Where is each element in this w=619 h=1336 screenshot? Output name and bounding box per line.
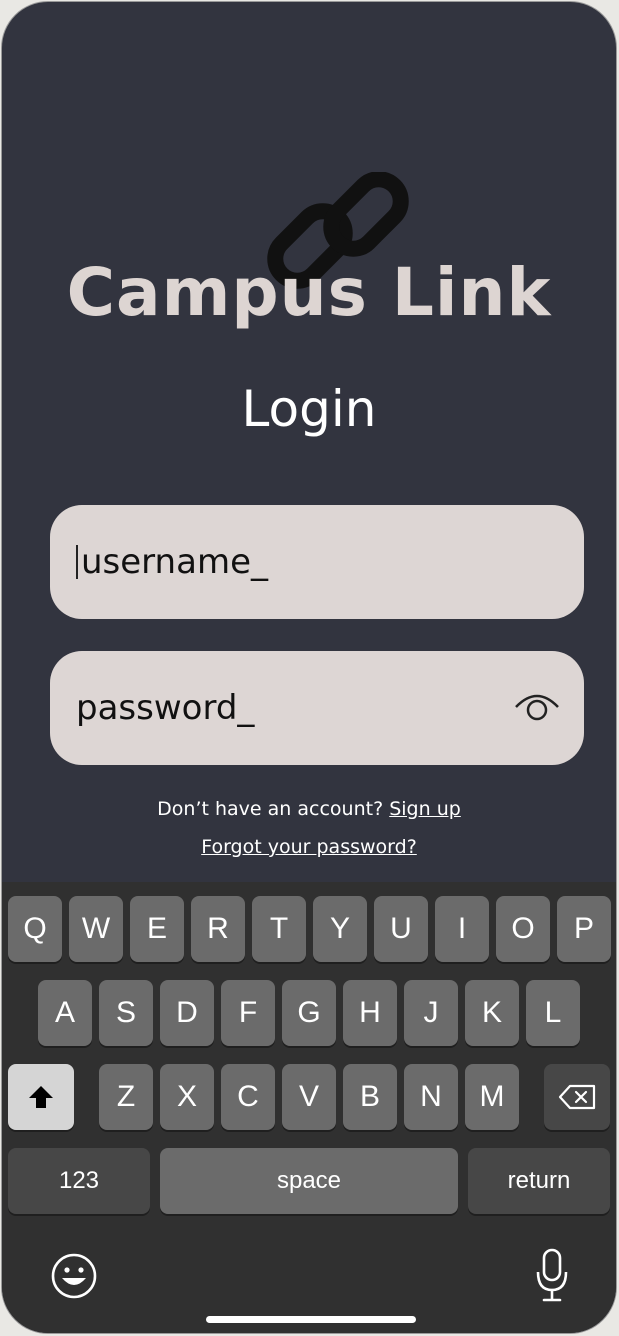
backspace-key[interactable]	[544, 1064, 610, 1130]
phone-screen: Campus Link Login username_ password_ Do…	[2, 2, 616, 1333]
no-account-text: Don’t have an account?	[157, 798, 384, 820]
key-m[interactable]: M	[465, 1064, 519, 1130]
key-p[interactable]: P	[557, 896, 611, 962]
key-r[interactable]: R	[191, 896, 245, 962]
key-i[interactable]: I	[435, 896, 489, 962]
key-n[interactable]: N	[404, 1064, 458, 1130]
eye-icon[interactable]	[512, 685, 562, 725]
key-w[interactable]: W	[69, 896, 123, 962]
keyboard: Q W E R T Y U I O P A S D F G H J K L Z …	[2, 882, 616, 1333]
backspace-icon	[558, 1084, 596, 1110]
forgot-row: Forgot your password?	[2, 836, 616, 858]
password-value: password_	[76, 688, 255, 728]
key-e[interactable]: E	[130, 896, 184, 962]
key-d[interactable]: D	[160, 980, 214, 1046]
space-key[interactable]: space	[160, 1148, 458, 1214]
key-l[interactable]: L	[526, 980, 580, 1046]
key-y[interactable]: Y	[313, 896, 367, 962]
shift-arrow-icon	[29, 1086, 53, 1108]
signup-link[interactable]: Sign up	[389, 798, 461, 820]
key-q[interactable]: Q	[8, 896, 62, 962]
key-o[interactable]: O	[496, 896, 550, 962]
key-x[interactable]: X	[160, 1064, 214, 1130]
key-h[interactable]: H	[343, 980, 397, 1046]
key-k[interactable]: K	[465, 980, 519, 1046]
key-f[interactable]: F	[221, 980, 275, 1046]
key-s[interactable]: S	[99, 980, 153, 1046]
text-caret	[76, 545, 78, 579]
username-field[interactable]: username_	[50, 505, 584, 619]
username-value: username_	[81, 542, 268, 582]
microphone-icon[interactable]	[534, 1248, 570, 1302]
app-title: Campus Link	[66, 254, 552, 331]
forgot-password-link[interactable]: Forgot your password?	[201, 836, 417, 858]
key-g[interactable]: G	[282, 980, 336, 1046]
key-j[interactable]: J	[404, 980, 458, 1046]
signup-row: Don’t have an account? Sign up	[2, 798, 616, 820]
numbers-key[interactable]: 123	[8, 1148, 150, 1214]
home-indicator[interactable]	[206, 1316, 416, 1323]
key-u[interactable]: U	[374, 896, 428, 962]
key-a[interactable]: A	[38, 980, 92, 1046]
key-b[interactable]: B	[343, 1064, 397, 1130]
return-key[interactable]: return	[468, 1148, 610, 1214]
shift-key[interactable]	[8, 1064, 74, 1130]
logo: Campus Link	[2, 162, 616, 352]
key-v[interactable]: V	[282, 1064, 336, 1130]
password-field[interactable]: password_	[50, 651, 584, 765]
page-title: Login	[241, 380, 377, 438]
key-c[interactable]: C	[221, 1064, 275, 1130]
key-z[interactable]: Z	[99, 1064, 153, 1130]
emoji-icon[interactable]	[50, 1252, 98, 1300]
key-t[interactable]: T	[252, 896, 306, 962]
